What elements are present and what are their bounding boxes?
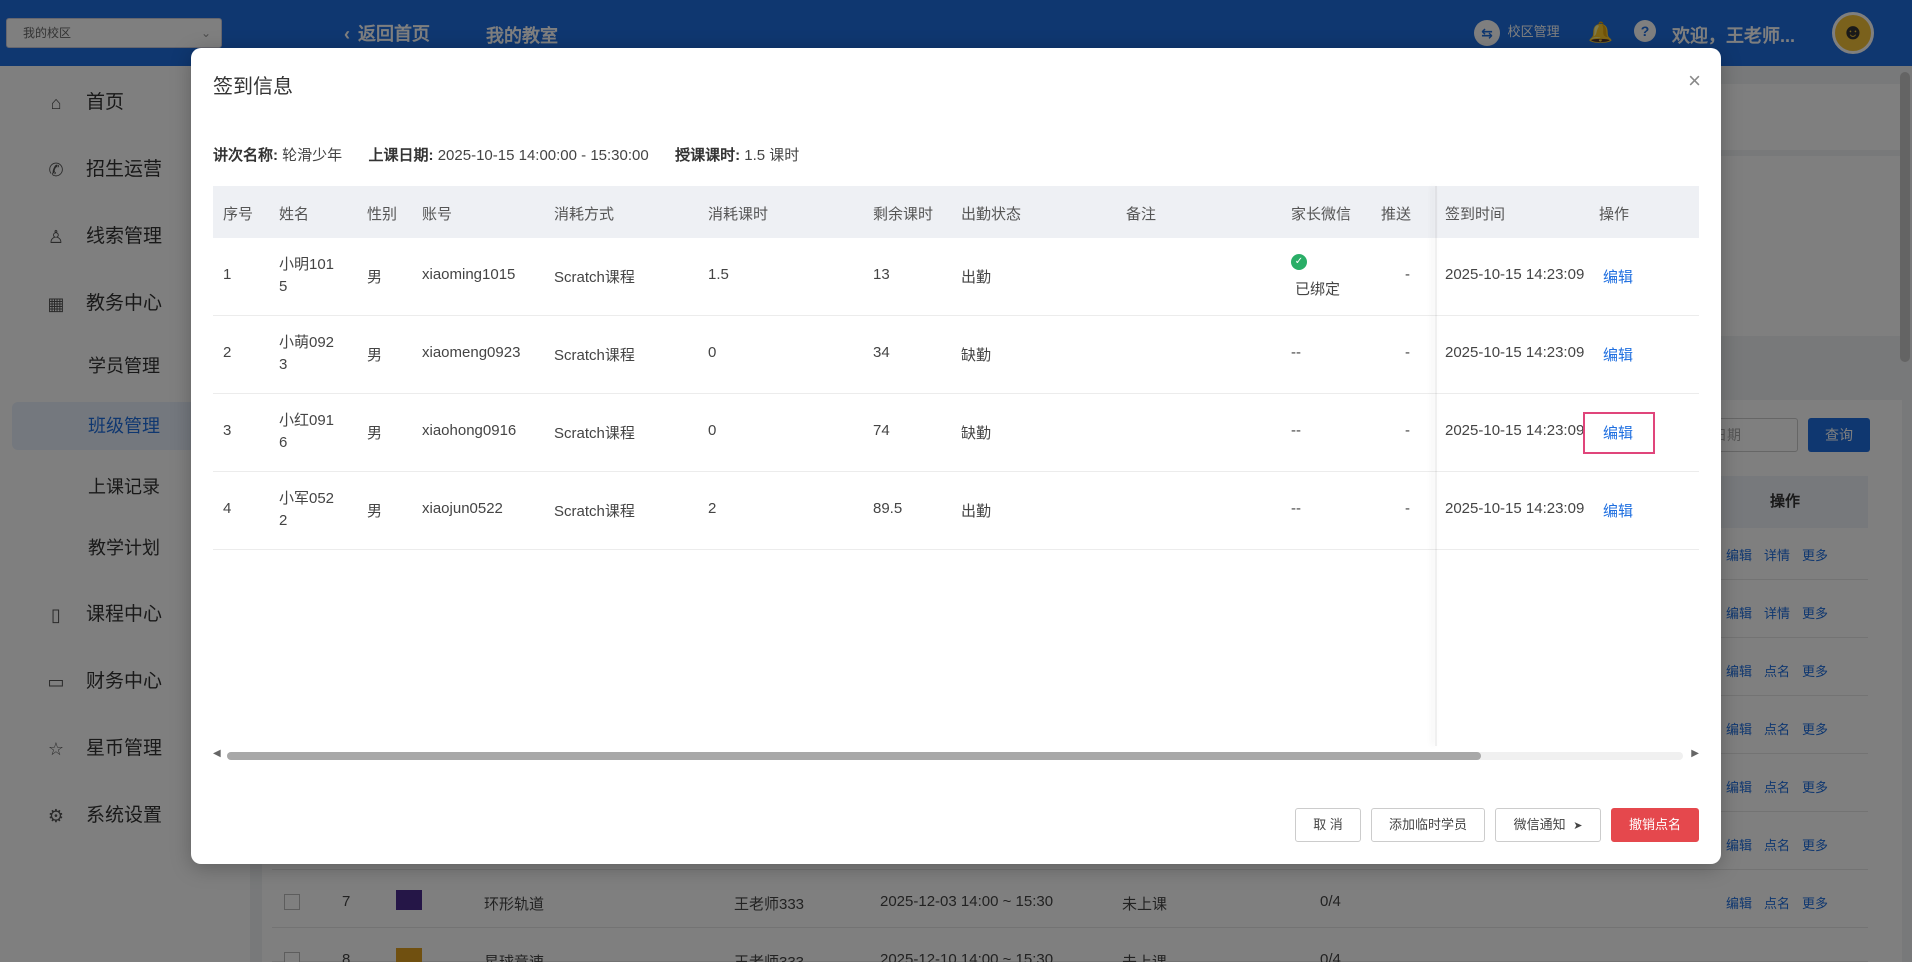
col-attendance: 出勤状态 [961, 206, 1022, 223]
cell-account: xiaomeng0923 [422, 344, 521, 361]
cell-account: xiaojun0522 [422, 500, 503, 517]
cell-attendance: 缺勤 [961, 425, 992, 442]
edit-button[interactable]: 编辑 [1603, 266, 1633, 287]
cell-account: xiaohong0916 [422, 422, 517, 439]
cell-name: 小红0916 [279, 412, 335, 451]
cell-index: 4 [223, 500, 232, 517]
lesson-hours-value: 1.5 课时 [744, 147, 800, 164]
col-gender: 性别 [367, 206, 398, 223]
cell-wechat: -- [1291, 422, 1301, 439]
cell-used: 1.5 [708, 266, 729, 283]
col-index: 序号 [223, 206, 254, 223]
cell-attendance: 出勤 [961, 503, 992, 520]
cell-used: 2 [708, 500, 717, 517]
lesson-hours-label: 授课课时: [675, 147, 741, 164]
col-operation: 操作 [1599, 206, 1630, 223]
cell-wechat: -- [1291, 500, 1301, 517]
send-icon: ➤ [1573, 820, 1583, 832]
cell-method: Scratch课程 [554, 503, 635, 520]
cell-push: - [1405, 266, 1410, 283]
cell-signin-time: 2025-10-15 14:23:09 [1445, 500, 1585, 517]
cancel-button[interactable]: 取 消 [1295, 808, 1361, 842]
table-row: 3 小红0916 男 xiaohong0916 Scratch课程 0 74 缺… [213, 394, 1699, 472]
lesson-date-value: 2025-10-15 14:00:00 - 15:30:00 [437, 147, 649, 164]
scroll-thumb[interactable] [227, 752, 1481, 760]
cell-method: Scratch课程 [554, 347, 635, 364]
cell-attendance: 出勤 [961, 269, 992, 286]
cell-push: - [1405, 344, 1410, 361]
col-used: 消耗课时 [708, 206, 769, 223]
col-remain: 剩余课时 [873, 206, 934, 223]
wechat-notify-label: 微信通知 [1513, 817, 1566, 832]
cell-index: 3 [223, 422, 232, 439]
lesson-date-label: 上课日期: [368, 147, 434, 164]
cell-remain: 89.5 [873, 500, 903, 517]
cell-remain: 13 [873, 266, 890, 283]
modal-title: 签到信息 [213, 76, 293, 98]
cell-wechat: -- [1291, 344, 1301, 361]
close-icon[interactable]: × [1688, 68, 1701, 94]
cell-name: 小军0522 [279, 490, 335, 529]
scroll-left-icon[interactable]: ◀ [213, 748, 221, 759]
lesson-info: 讲次名称: 轮滑少年 上课日期: 2025-10-15 14:00:00 - 1… [213, 144, 799, 165]
cell-signin-time: 2025-10-15 14:23:09 [1445, 344, 1585, 361]
cell-remain: 74 [873, 422, 890, 439]
signin-modal: 签到信息 × 讲次名称: 轮滑少年 上课日期: 2025-10-15 14:00… [191, 48, 1721, 864]
cell-signin-time: 2025-10-15 14:23:09 [1445, 266, 1585, 283]
cell-remain: 34 [873, 344, 890, 361]
cell-gender: 男 [367, 503, 383, 520]
lesson-name-value: 轮滑少年 [282, 147, 343, 164]
cell-index: 1 [223, 266, 232, 283]
cell-name: 小明1015 [279, 256, 335, 295]
cell-signin-time: 2025-10-15 14:23:09 [1445, 422, 1585, 439]
col-note: 备注 [1126, 206, 1157, 223]
table-row: 4 小军0522 男 xiaojun0522 Scratch课程 2 89.5 … [213, 472, 1699, 550]
col-name: 姓名 [279, 206, 310, 223]
col-push: 推送 [1381, 206, 1412, 223]
table-header: 序号 姓名 性别 账号 消耗方式 消耗课时 剩余课时 出勤状态 备注 家长微信 … [213, 186, 1699, 238]
cell-index: 2 [223, 344, 232, 361]
cell-method: Scratch课程 [554, 425, 635, 442]
cell-used: 0 [708, 422, 717, 439]
scroll-right-icon[interactable]: ▶ [1691, 748, 1699, 759]
cell-name: 小萌0923 [279, 334, 335, 373]
col-wechat: 家长微信 [1291, 206, 1352, 223]
cell-wechat: 已绑定 [1295, 281, 1341, 298]
cell-account: xiaoming1015 [422, 266, 516, 283]
wechat-notify-button[interactable]: 微信通知 ➤ [1495, 808, 1601, 842]
lesson-name-label: 讲次名称: [213, 147, 278, 164]
fixed-column-divider [1435, 186, 1437, 746]
col-signin-time: 签到时间 [1445, 206, 1506, 223]
cell-push: - [1405, 422, 1410, 439]
edit-button[interactable]: 编辑 [1603, 344, 1633, 365]
col-account: 账号 [422, 206, 453, 223]
cell-attendance: 缺勤 [961, 347, 992, 364]
cell-push: - [1405, 500, 1410, 517]
cell-gender: 男 [367, 269, 383, 286]
add-temp-student-button[interactable]: 添加临时学员 [1371, 808, 1485, 842]
cell-gender: 男 [367, 425, 383, 442]
table-row: 2 小萌0923 男 xiaomeng0923 Scratch课程 0 34 缺… [213, 316, 1699, 394]
col-method: 消耗方式 [554, 206, 615, 223]
cell-used: 0 [708, 344, 717, 361]
table-row: 1 小明1015 男 xiaoming1015 Scratch课程 1.5 13… [213, 238, 1699, 316]
table-horizontal-scrollbar[interactable]: ◀ ▶ [213, 748, 1699, 762]
revoke-rollcall-button[interactable]: 撤销点名 [1611, 808, 1699, 842]
edit-button[interactable]: 编辑 [1603, 422, 1633, 443]
cell-gender: 男 [367, 347, 383, 364]
wechat-icon: ✓ [1291, 254, 1307, 270]
cell-method: Scratch课程 [554, 269, 635, 286]
edit-button[interactable]: 编辑 [1603, 500, 1633, 521]
